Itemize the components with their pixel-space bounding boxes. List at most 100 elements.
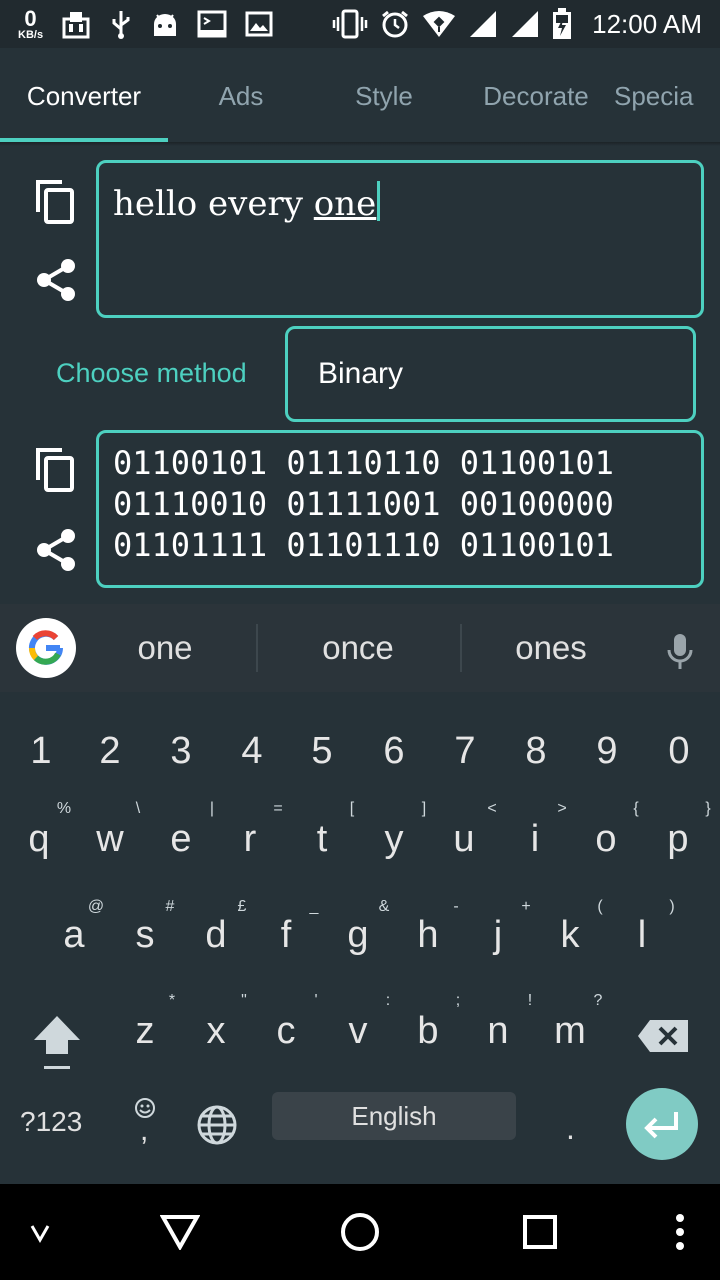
tab-decorate[interactable]: Decorate: [454, 48, 618, 144]
share-output-icon[interactable]: [36, 528, 76, 572]
key-q[interactable]: q: [3, 818, 75, 861]
shift-icon: [34, 1016, 80, 1069]
hint-rbracket: ]: [421, 800, 427, 817]
key-j[interactable]: j: [462, 914, 534, 957]
status-bar: 0 KB/s 12:00 AM: [0, 0, 720, 48]
key-3[interactable]: 3: [145, 730, 217, 773]
key-h[interactable]: h: [392, 914, 464, 957]
key-l[interactable]: l: [606, 914, 678, 957]
hint-lt: <: [487, 800, 497, 817]
backspace-key[interactable]: [636, 1018, 690, 1054]
copy-output-icon[interactable]: [34, 446, 76, 492]
key-i[interactable]: i: [499, 818, 571, 861]
suggestion-2[interactable]: once: [262, 604, 454, 692]
key-e[interactable]: e: [145, 818, 217, 861]
symbols-key[interactable]: ?123: [20, 1106, 82, 1138]
suggestion-strip: one once ones: [0, 604, 720, 692]
hint-squote: ': [314, 992, 318, 1009]
home-icon[interactable]: [340, 1212, 380, 1252]
tab-special[interactable]: Specia: [614, 48, 720, 144]
hint-asterisk: *: [168, 992, 176, 1009]
recents-icon[interactable]: [522, 1214, 558, 1250]
key-7[interactable]: 7: [429, 730, 501, 773]
hint-percent: %: [56, 800, 72, 817]
method-selector[interactable]: Binary: [285, 326, 696, 422]
key-r[interactable]: r: [214, 818, 286, 861]
key-v[interactable]: v: [322, 1010, 394, 1053]
key-d[interactable]: d: [180, 914, 252, 957]
output-text: 01100101 01110110 01100101 01110010 01111…: [113, 443, 693, 566]
key-f[interactable]: f: [250, 914, 322, 957]
text-input-field[interactable]: hello every one: [96, 160, 704, 318]
suggestion-1[interactable]: one: [80, 604, 250, 692]
vibrate-icon: [332, 9, 368, 39]
key-t[interactable]: t: [286, 818, 358, 861]
key-g[interactable]: g: [322, 914, 394, 957]
copy-input-icon[interactable]: [34, 178, 76, 224]
network-speed-unit: KB/s: [18, 28, 44, 41]
key-8[interactable]: 8: [500, 730, 572, 773]
input-text-composing: one: [313, 184, 377, 224]
signal-icon: [470, 11, 497, 37]
key-b[interactable]: b: [392, 1010, 464, 1053]
usb-icon: [112, 11, 130, 39]
key-a[interactable]: a: [38, 914, 110, 957]
key-9[interactable]: 9: [571, 730, 643, 773]
more-options-icon[interactable]: [674, 1212, 686, 1252]
key-k[interactable]: k: [534, 914, 606, 957]
key-m[interactable]: m: [534, 1010, 606, 1053]
space-bar[interactable]: English: [272, 1092, 516, 1140]
hint-lbracket: [: [349, 800, 355, 817]
clock: 12:00 AM: [592, 8, 702, 39]
converter-panel: hello every one Choose method Binary 011…: [0, 146, 720, 604]
text-cursor: [377, 181, 381, 221]
suggestion-3[interactable]: ones: [466, 604, 636, 692]
key-5[interactable]: 5: [286, 730, 358, 773]
microphone-icon[interactable]: [666, 632, 694, 672]
globe-icon[interactable]: [196, 1104, 238, 1146]
period-key[interactable]: .: [566, 1110, 575, 1147]
choose-method-label: Choose method: [56, 358, 247, 388]
key-2[interactable]: 2: [74, 730, 146, 773]
hint-pipe: |: [209, 800, 215, 817]
tab-ads[interactable]: Ads: [168, 48, 314, 144]
key-z[interactable]: z: [109, 1010, 181, 1053]
key-n[interactable]: n: [462, 1010, 534, 1053]
share-input-icon[interactable]: [36, 258, 76, 302]
enter-icon: [644, 1112, 678, 1139]
key-u[interactable]: u: [428, 818, 500, 861]
key-y[interactable]: y: [358, 818, 430, 861]
output-field[interactable]: 01100101 01110110 01100101 01110010 01111…: [96, 430, 704, 588]
emoji-comma-key[interactable]: ,: [130, 1096, 160, 1156]
battery-icon: [553, 8, 572, 39]
enter-key[interactable]: [626, 1088, 698, 1160]
hint-colon: :: [385, 992, 391, 1009]
shift-key[interactable]: [30, 1010, 84, 1070]
input-text: hello every one: [113, 181, 381, 224]
network-speed: 0 KB/s: [18, 7, 44, 41]
comma-key-label: ,: [140, 1114, 149, 1147]
key-1[interactable]: 1: [5, 730, 77, 773]
key-c[interactable]: c: [250, 1010, 322, 1053]
back-icon[interactable]: [160, 1214, 200, 1250]
tab-style[interactable]: Style: [314, 48, 454, 144]
suggestion-divider: [256, 624, 258, 672]
key-0[interactable]: 0: [643, 730, 715, 773]
key-w[interactable]: w: [74, 818, 146, 861]
hint-backslash: \: [135, 800, 141, 817]
tab-bar: Converter Ads Style Decorate Specia: [0, 48, 720, 144]
hint-rbrace: }: [705, 800, 711, 817]
hint-lbrace: {: [633, 800, 639, 817]
backspace-icon: [638, 1020, 688, 1052]
hint-question: ?: [593, 992, 603, 1009]
key-p[interactable]: p: [642, 818, 714, 861]
output-line-3: 01101111 01101110 01100101: [113, 526, 614, 564]
key-x[interactable]: x: [180, 1010, 252, 1053]
google-icon[interactable]: [16, 618, 76, 678]
tab-converter[interactable]: Converter: [0, 48, 168, 144]
key-6[interactable]: 6: [358, 730, 430, 773]
key-o[interactable]: o: [570, 818, 642, 861]
hide-keyboard-icon[interactable]: [28, 1220, 52, 1244]
key-s[interactable]: s: [109, 914, 181, 957]
key-4[interactable]: 4: [216, 730, 288, 773]
